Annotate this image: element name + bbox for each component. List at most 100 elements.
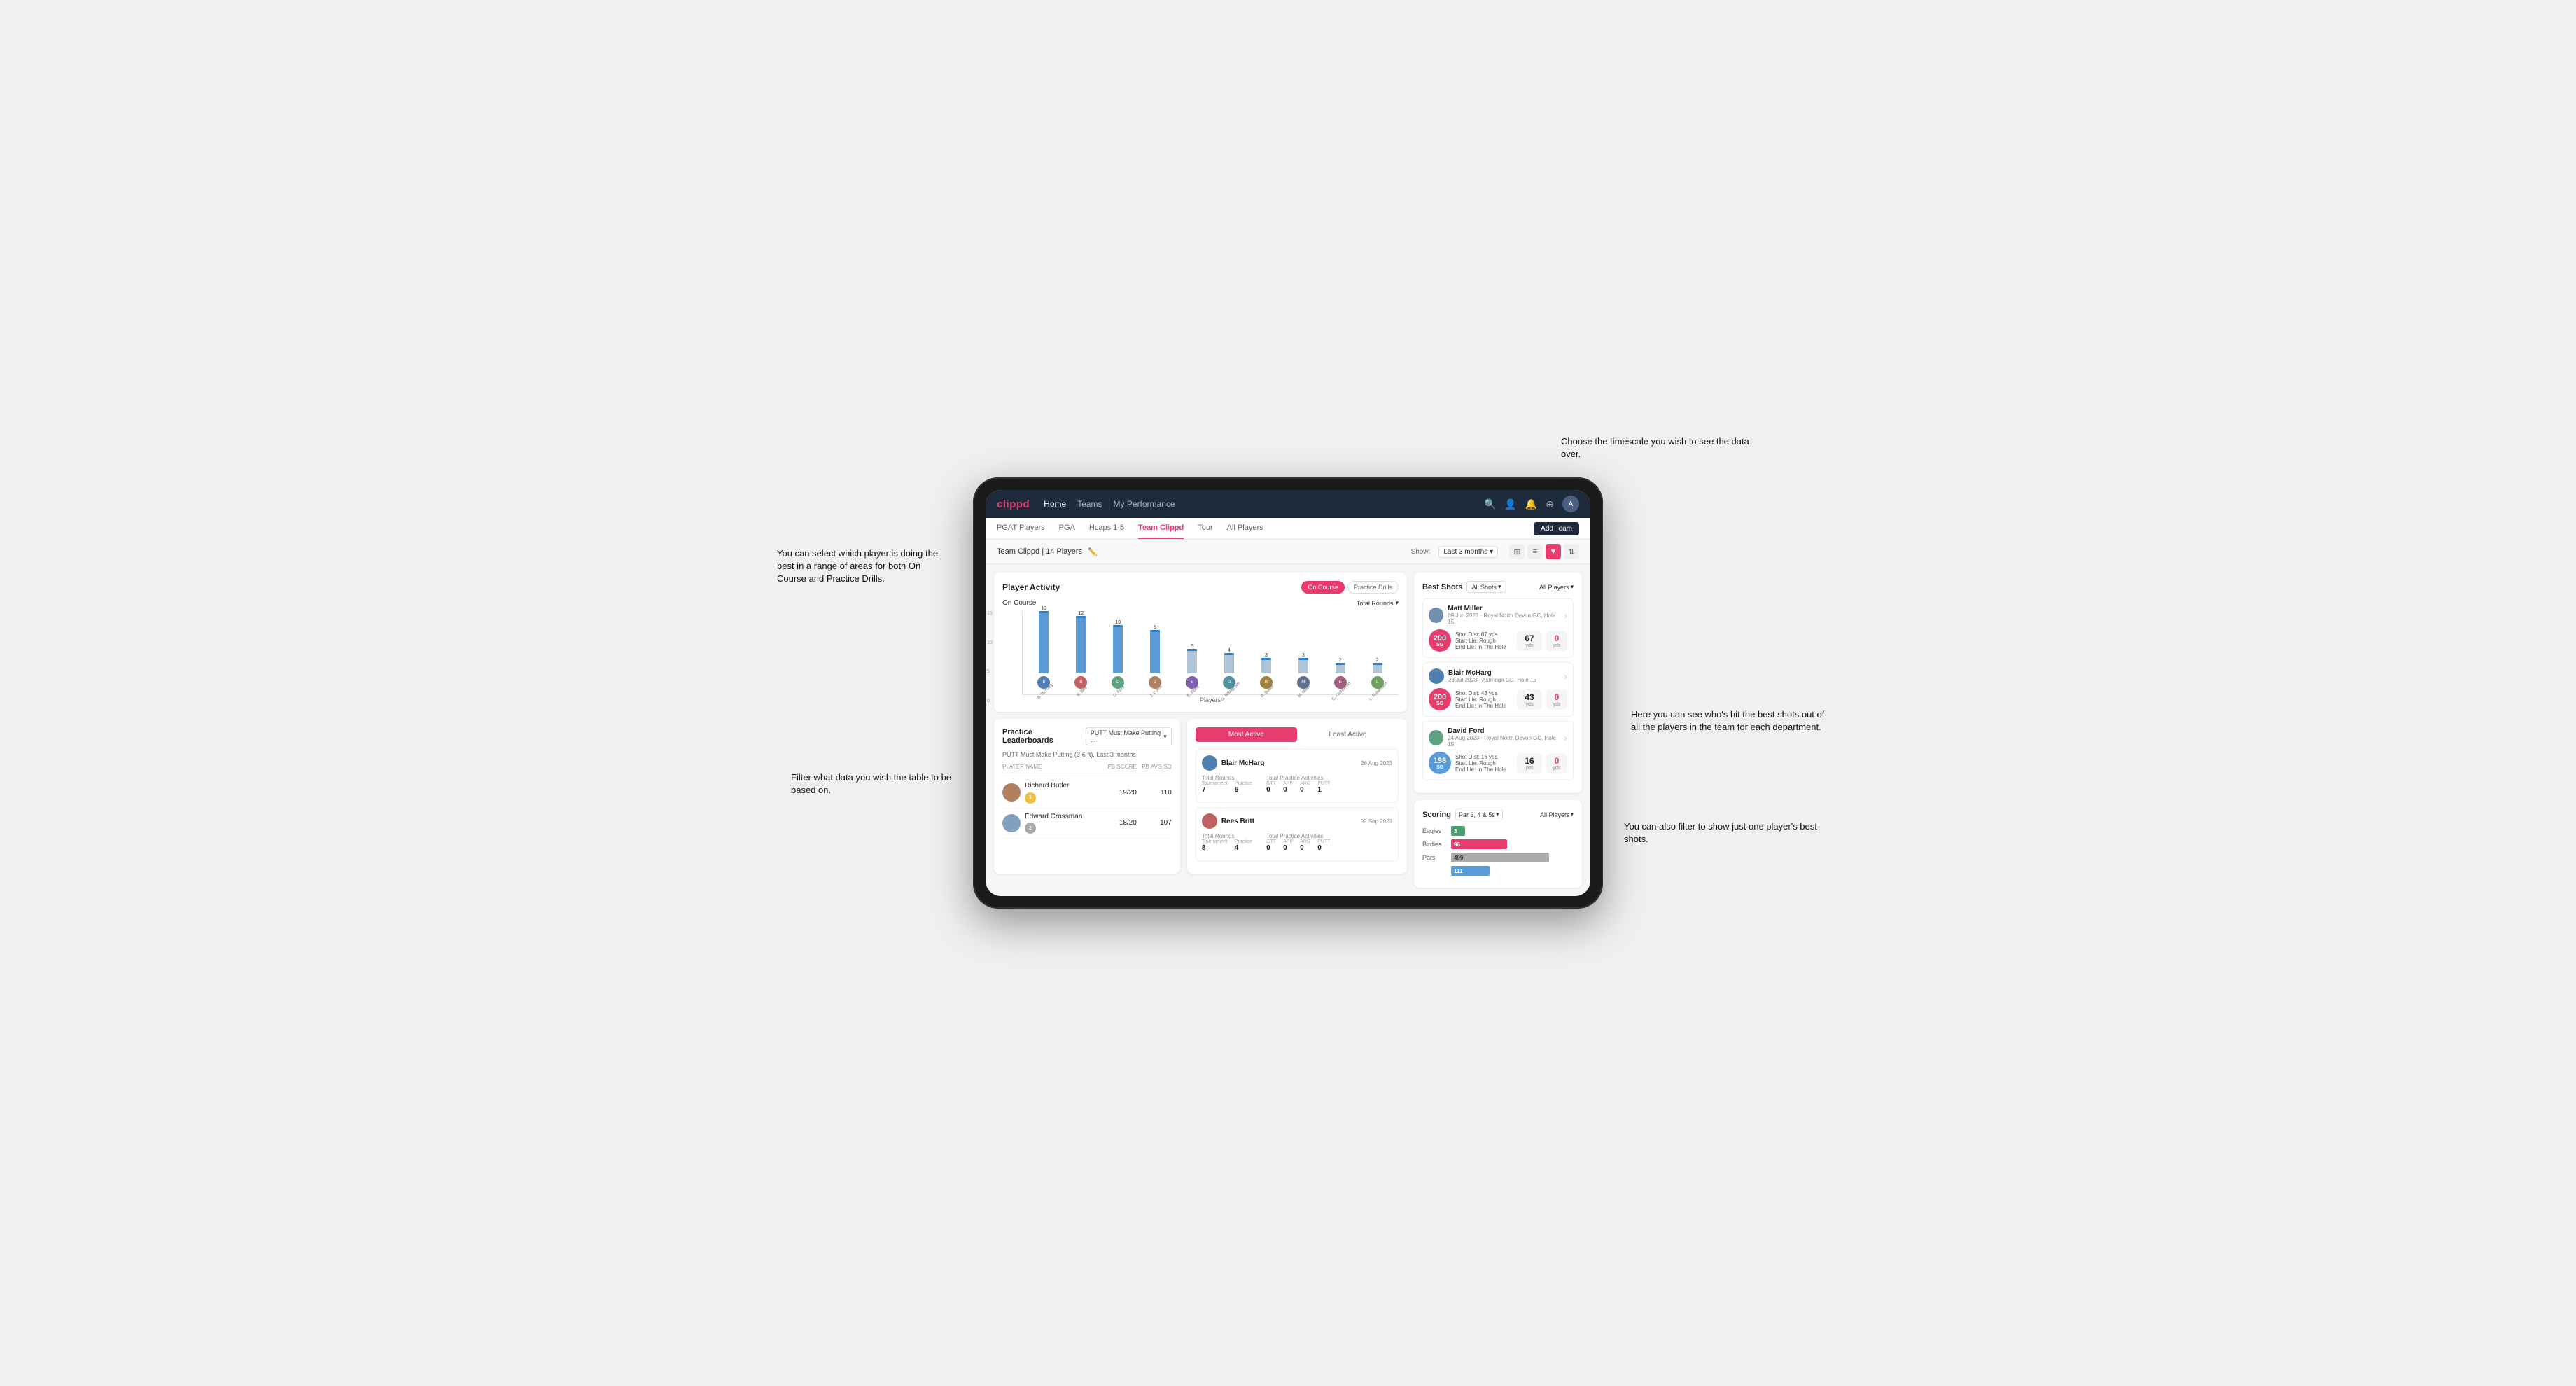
shot-arrow-1[interactable]: ›	[1564, 610, 1567, 621]
shot-item-3: David Ford 24 Aug 2023 · Royal North Dev…	[1422, 721, 1574, 780]
grid-view-btn[interactable]: ⊞	[1509, 544, 1525, 559]
tab-least-active[interactable]: Least Active	[1297, 727, 1399, 742]
y-axis: 15 10 5 0	[987, 611, 993, 704]
heart-view-btn[interactable]: ♥	[1546, 544, 1561, 559]
lb-name-area-1: Richard Butler 1	[1025, 782, 1102, 804]
add-team-button[interactable]: Add Team	[1534, 522, 1579, 536]
lb-row-2: Edward Crossman 2 18/20 107	[1002, 808, 1172, 839]
on-course-toggle[interactable]: On Course	[1301, 581, 1345, 594]
annotation-right-2: You can also filter to show just one pla…	[1624, 820, 1820, 846]
bar-group-5: 4GG. Billingham	[1211, 648, 1248, 694]
ap-practice-activities-1: Total Practice Activities GTT 0 APP	[1266, 775, 1330, 794]
tab-tour[interactable]: Tour	[1198, 518, 1212, 539]
col-avg-header: PB AVG SQ	[1137, 764, 1172, 770]
col-pb-header: PB SCORE	[1102, 764, 1137, 770]
users-icon[interactable]: 👤	[1504, 498, 1516, 510]
ap-practice-vals-2: GTT 0 APP 0	[1266, 839, 1330, 852]
best-shots-card: Best Shots All Shots ▾ All Players ▾	[1414, 573, 1582, 793]
scoring-filter[interactable]: Par 3, 4 & 5s ▾	[1455, 808, 1503, 820]
bar-6	[1261, 659, 1271, 673]
ap-app-2: APP 0	[1283, 839, 1293, 852]
shot-course-2: 23 Jul 2023 · Ashridge GC, Hole 15	[1448, 677, 1536, 683]
add-icon[interactable]: ⊕	[1546, 498, 1554, 510]
col-name-header: PLAYER NAME	[1002, 764, 1102, 770]
shot-player-info-1: Matt Miller 09 Jun 2023 · Royal North De…	[1448, 605, 1560, 625]
card-header: Player Activity On Course Practice Drill…	[1002, 581, 1399, 594]
bar-1	[1076, 617, 1086, 673]
scoring-pars-label: Pars	[1422, 854, 1447, 861]
bar-7	[1298, 659, 1308, 673]
tab-all-players[interactable]: All Players	[1227, 518, 1264, 539]
all-players-filter[interactable]: All Players ▾	[1539, 583, 1574, 591]
nav-teams[interactable]: Teams	[1077, 499, 1102, 509]
nav-links: Home Teams My Performance	[1044, 499, 1470, 509]
ap-practice-activities-2: Total Practice Activities GTT 0 APP	[1266, 833, 1330, 852]
ap-name-1: Blair McHarg	[1222, 760, 1265, 767]
shot-badge-1: 200 SG	[1429, 629, 1451, 652]
shot-arrow-2[interactable]: ›	[1564, 671, 1567, 682]
practice-title: Practice Leaderboards	[1002, 728, 1080, 745]
practice-subtitle: PUTT Must Make Putting (3-6 ft), Last 3 …	[1002, 751, 1172, 758]
bell-icon[interactable]: 🔔	[1525, 498, 1537, 510]
bar-group-3: 9JJ. Coles	[1137, 625, 1174, 694]
scoring-players-filter[interactable]: All Players ▾	[1540, 811, 1574, 818]
practice-select[interactable]: PUTT Must Make Putting ... ▾	[1086, 727, 1172, 746]
edit-icon[interactable]: ✏️	[1088, 547, 1098, 556]
bar-group-1: 12BB. Britt	[1063, 611, 1100, 694]
shot-info-3: Shot Dist: 16 ydsStart Lie: RoughEnd Lie…	[1455, 754, 1513, 773]
ap-rounds-vals-1: Tournament 7 Practice 6	[1202, 781, 1252, 794]
lb-row-1: Richard Butler 1 19/20 110	[1002, 778, 1172, 808]
toggle-group: On Course Practice Drills	[1301, 581, 1399, 594]
shot-name-1: Matt Miller	[1448, 605, 1560, 612]
lb-badge-gold: 1	[1025, 792, 1036, 804]
chart-dropdown[interactable]: Total Rounds ▾	[1357, 599, 1399, 607]
ap-tournament-1: Tournament 7	[1202, 781, 1228, 794]
y-15: 15	[987, 611, 993, 616]
list-view-btn[interactable]: ≡	[1527, 544, 1543, 559]
bar-8	[1336, 664, 1345, 673]
all-shots-filter[interactable]: All Shots ▾	[1466, 581, 1506, 593]
search-icon[interactable]: 🔍	[1484, 498, 1496, 510]
tab-most-active[interactable]: Most Active	[1196, 727, 1297, 742]
lb-avatar-1	[1002, 783, 1021, 802]
tab-team-clippd[interactable]: Team Clippd	[1138, 518, 1184, 539]
lb-avatar-2	[1002, 814, 1021, 832]
shot-arrow-3[interactable]: ›	[1564, 732, 1567, 743]
lb-avg-2: 107	[1137, 819, 1172, 827]
nav-home[interactable]: Home	[1044, 499, 1066, 509]
bar-group-8: 2EE. Crossman	[1322, 658, 1359, 694]
bar-5	[1224, 654, 1234, 673]
ap-arg-1: ARG 0	[1300, 781, 1310, 794]
ap-practice-activities-label-1: Total Practice Activities	[1266, 775, 1330, 781]
sort-btn[interactable]: ⇅	[1564, 544, 1579, 559]
ap-putt-2: PUTT 0	[1317, 839, 1330, 852]
bar-group-2: 10DD. Ford	[1100, 620, 1137, 694]
lb-avg-1: 110	[1137, 789, 1172, 797]
tab-pgat[interactable]: PGAT Players	[997, 518, 1045, 539]
tablet-screen: clippd Home Teams My Performance 🔍 👤 🔔 ⊕…	[986, 490, 1590, 896]
shot-dist-badge-1: 67 yds	[1517, 631, 1542, 651]
scoring-other-bar: 111	[1451, 866, 1490, 876]
tab-pga[interactable]: PGA	[1059, 518, 1075, 539]
bar-label-5: 4	[1228, 648, 1231, 653]
ap-stats-row-1: Total Rounds Tournament 7 Practice	[1202, 775, 1392, 794]
show-select[interactable]: Last 3 months ▾	[1438, 546, 1498, 558]
nav-performance[interactable]: My Performance	[1114, 499, 1175, 509]
bar-label-1: 12	[1078, 611, 1084, 616]
shot-item-2: Blair McHarg 23 Jul 2023 · Ashridge GC, …	[1422, 662, 1574, 717]
practice-drills-toggle[interactable]: Practice Drills	[1348, 581, 1399, 594]
tab-hcaps[interactable]: Hcaps 1-5	[1089, 518, 1124, 539]
shot-player-row-1: Matt Miller 09 Jun 2023 · Royal North De…	[1429, 605, 1567, 625]
bar-2	[1113, 626, 1123, 673]
ap-name-2: Rees Britt	[1222, 818, 1254, 825]
bar-chart: 13BB. McHarg12BB. Britt10DD. Ford9JJ. Co…	[1022, 611, 1399, 695]
bar-label-3: 9	[1154, 625, 1156, 630]
annotation-right-1: Here you can see who's hit the best shot…	[1631, 708, 1827, 734]
shot-badge-2: 200 SG	[1429, 688, 1451, 710]
player-activity-title: Player Activity	[1002, 582, 1060, 592]
lb-name-1: Richard Butler	[1025, 782, 1102, 790]
view-icons: ⊞ ≡ ♥ ⇅	[1509, 544, 1579, 559]
practice-header: Practice Leaderboards PUTT Must Make Put…	[1002, 727, 1172, 746]
avatar[interactable]: A	[1562, 496, 1579, 512]
shot-dist-badge-3: 16 yds	[1517, 753, 1542, 774]
